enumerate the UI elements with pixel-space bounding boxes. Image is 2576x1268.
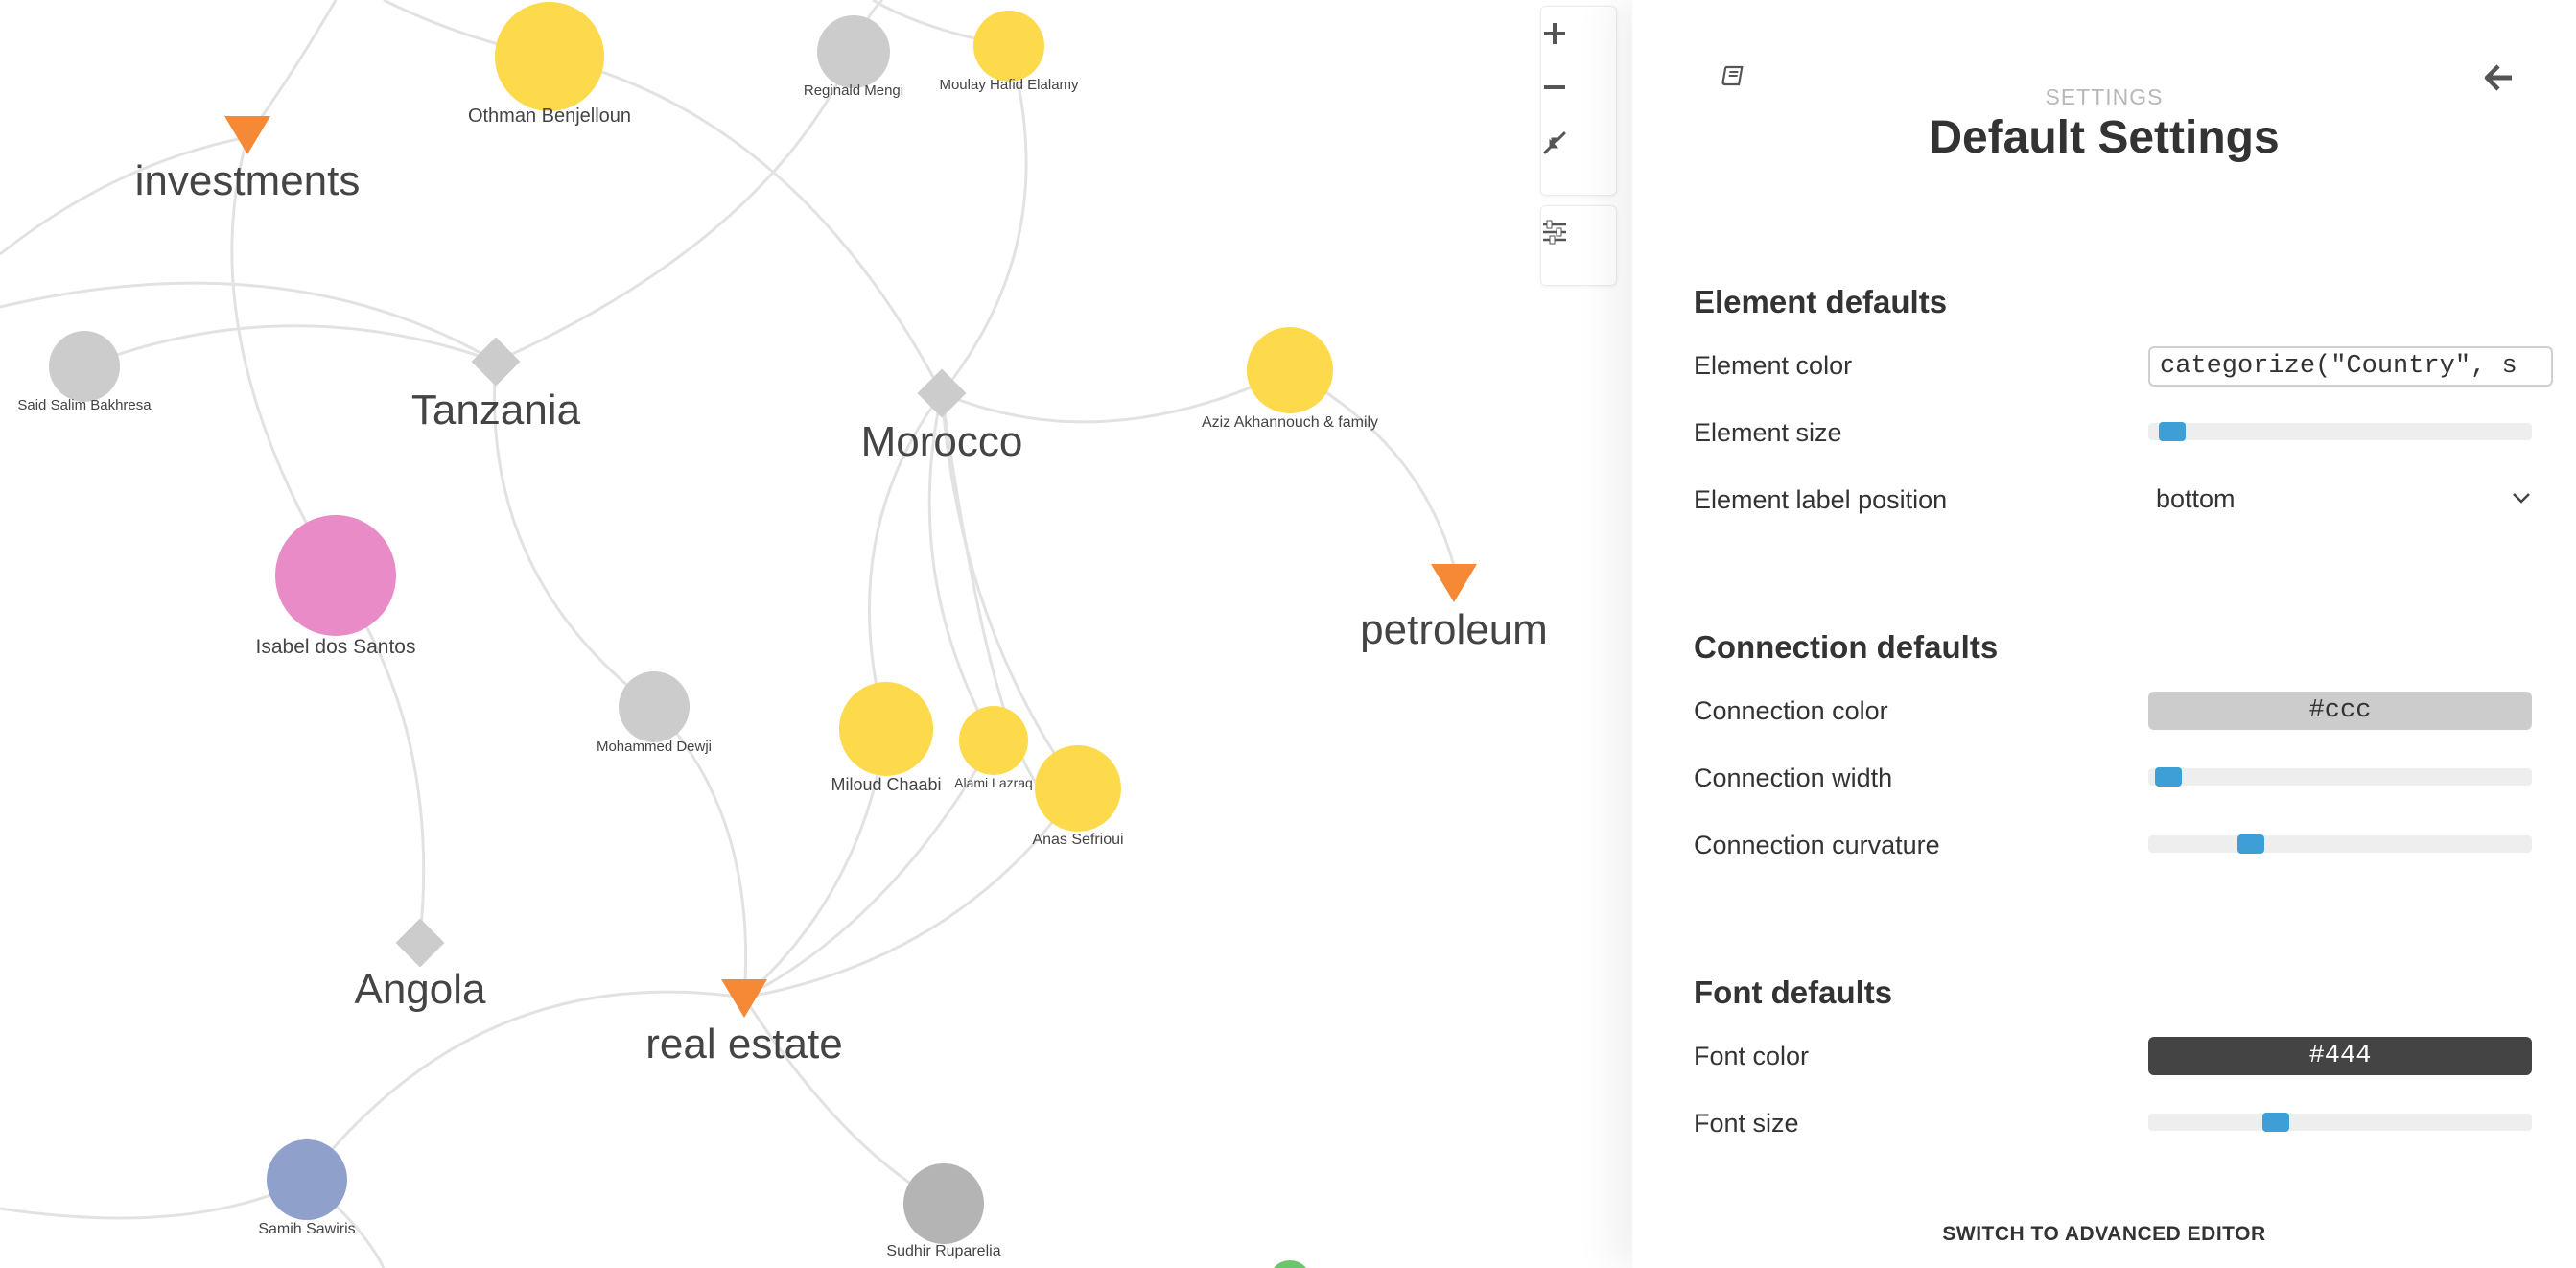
- font-color-label: Font color: [1694, 1042, 1810, 1070]
- graph-labels: Othman Benjelloun Reginald Mengi Moulay Ha…: [17, 77, 1547, 1259]
- font-size-slider[interactable]: [2148, 1113, 2532, 1132]
- element-label-position-label: Element label position: [1694, 485, 1948, 514]
- node-label: Othman Benjelloun: [468, 106, 631, 127]
- zoom-controls: [1540, 6, 1617, 196]
- element-color-input[interactable]: categorize("Country", s: [2148, 346, 2553, 387]
- element-size-slider[interactable]: [2148, 422, 2532, 441]
- node-isabel[interactable]: [275, 515, 396, 636]
- node-othman[interactable]: [495, 2, 604, 111]
- node-moulay[interactable]: [973, 11, 1044, 82]
- select-value: bottom: [2156, 484, 2236, 513]
- slider-thumb[interactable]: [2262, 1113, 2289, 1132]
- connection[interactable]: [940, 45, 1028, 394]
- chevron-down-icon: [2513, 493, 2530, 504]
- node-label: Tanzania: [411, 387, 581, 434]
- zoom-in-button[interactable]: [1541, 20, 1616, 74]
- node-miloud[interactable]: [839, 682, 933, 776]
- section-title-connection: Connection defaults: [1694, 629, 1999, 665]
- section-title-element: Element defaults: [1694, 284, 1948, 319]
- node-label: Mohammed Dewji: [597, 739, 712, 755]
- font-color-swatch[interactable]: #444: [2148, 1037, 2532, 1075]
- node-aziz[interactable]: [1247, 327, 1333, 413]
- section-title-font: Font defaults: [1694, 974, 1893, 1010]
- connection-curvature-slider[interactable]: [2148, 834, 2532, 854]
- node-label: Samih Sawiris: [258, 1221, 355, 1237]
- node-label: Aziz Akhannouch & family: [1202, 414, 1378, 431]
- minus-icon: [1544, 85, 1565, 89]
- panel-title: Default Settings: [1929, 112, 2280, 163]
- graph-canvas[interactable]: Othman Benjelloun Reginald Mengi Moulay Ha…: [0, 0, 1632, 1268]
- advanced-editor-link[interactable]: SWITCH TO ADVANCED EDITOR: [1632, 1223, 2576, 1246]
- node-label: Isabel dos Santos: [256, 636, 416, 658]
- node-label: Said Salim Bakhresa: [17, 397, 152, 413]
- node-tanzania[interactable]: [471, 337, 521, 387]
- node-investments[interactable]: [224, 116, 270, 154]
- node-label: petroleum: [1360, 606, 1548, 653]
- element-size-label: Element size: [1694, 418, 1842, 447]
- node-alami[interactable]: [959, 706, 1028, 775]
- node-angola[interactable]: [395, 918, 445, 968]
- element-color-label: Element color: [1694, 351, 1853, 380]
- node-label: Anas Sefrioui: [1032, 832, 1123, 848]
- node-label: Miloud Chaabi: [831, 775, 941, 794]
- compress-arrows-icon: [1543, 131, 1566, 154]
- node-label: Moulay Hafid Elalamy: [939, 77, 1079, 93]
- panel-eyebrow: SETTINGS: [2045, 84, 2164, 109]
- node-reginald[interactable]: [817, 15, 890, 88]
- connection-width-slider[interactable]: [2148, 767, 2532, 787]
- font-size-label: Font size: [1694, 1109, 1799, 1138]
- node-anas[interactable]: [1035, 745, 1121, 832]
- zoom-out-button[interactable]: [1541, 74, 1616, 128]
- slider-thumb[interactable]: [2159, 422, 2186, 441]
- node-label: Alami Lazraq: [954, 775, 1033, 790]
- graph-svg[interactable]: Othman Benjelloun Reginald Mengi Moulay Ha…: [0, 0, 1632, 1268]
- node-label: Angola: [354, 966, 486, 1013]
- slider-thumb[interactable]: [2155, 767, 2182, 787]
- node-label: real estate: [645, 1021, 842, 1068]
- node-label: Sudhir Ruparelia: [886, 1243, 1000, 1259]
- slider-thumb[interactable]: [2237, 834, 2264, 854]
- node-realestate[interactable]: [721, 979, 767, 1018]
- node-mohammed[interactable]: [619, 671, 690, 742]
- node-label: Morocco: [861, 418, 1023, 465]
- settings-panel: SETTINGS Default Settings Element defaul…: [1632, 0, 2576, 1268]
- node-label: investments: [135, 157, 361, 204]
- connection-color-label: Connection color: [1694, 696, 1888, 725]
- node-petroleum[interactable]: [1431, 564, 1477, 602]
- element-label-position-select[interactable]: bottom: [2148, 480, 2532, 518]
- sliders-icon: [1543, 220, 1566, 245]
- node-label: Reginald Mengi: [804, 82, 903, 99]
- connection[interactable]: [0, 1178, 308, 1220]
- settings-toggle-button[interactable]: [1541, 219, 1616, 272]
- connection-width-label: Connection width: [1694, 763, 1893, 792]
- filter-controls: [1540, 205, 1617, 286]
- node-samih[interactable]: [267, 1139, 347, 1220]
- connection-color-swatch[interactable]: #ccc: [2148, 692, 2532, 730]
- connection-curvature-label: Connection curvature: [1694, 831, 1940, 859]
- node-sudhir[interactable]: [903, 1163, 984, 1244]
- plus-icon: [1544, 23, 1565, 44]
- node-morocco[interactable]: [917, 368, 967, 418]
- fit-view-button[interactable]: [1541, 129, 1616, 183]
- node-said[interactable]: [49, 331, 120, 402]
- partial-node-green[interactable]: [1269, 1260, 1311, 1268]
